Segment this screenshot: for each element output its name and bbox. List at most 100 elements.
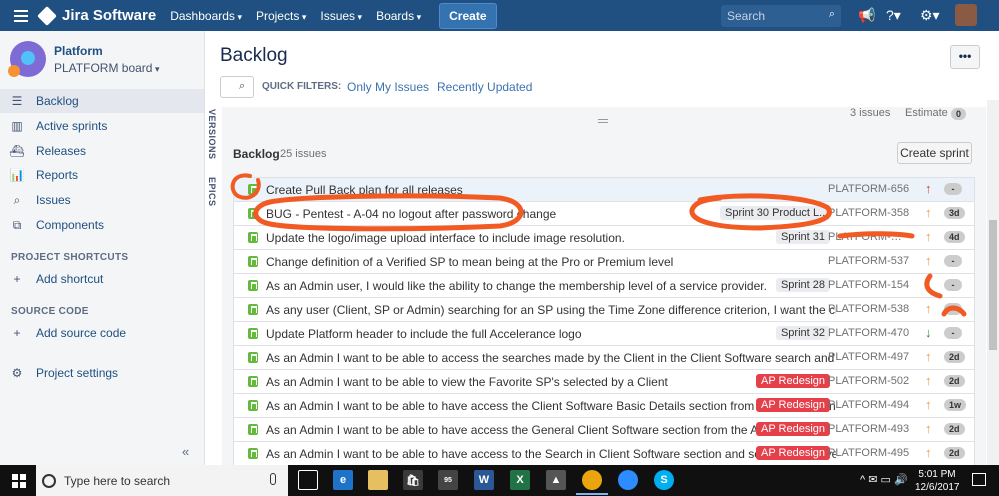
sidebar-item-issues[interactable]: ⌕ Issues: [0, 188, 204, 212]
create-button[interactable]: Create: [439, 2, 497, 29]
drag-handle[interactable]: [598, 119, 608, 123]
issue-label[interactable]: Sprint 32: [775, 326, 830, 340]
priority-medium-icon: ↑: [925, 205, 932, 220]
issue-key[interactable]: PLATFORM-494: [828, 399, 909, 411]
filter-only-my-issues[interactable]: Only My Issues: [347, 80, 429, 94]
issue-label[interactable]: Sprint 31: [775, 230, 830, 244]
collapse-sidebar-icon[interactable]: «: [182, 444, 189, 459]
issue-key[interactable]: PLATFORM-…: [828, 231, 902, 243]
nav-boards[interactable]: Boards: [376, 9, 421, 23]
issue-key[interactable]: PLATFORM-493: [828, 423, 909, 435]
task-view-icon[interactable]: [298, 470, 318, 490]
megaphone-icon[interactable]: 📢: [858, 7, 875, 24]
issue-label[interactable]: AP Redesign: [755, 446, 830, 460]
search-input[interactable]: Search ⌕: [721, 5, 841, 27]
issue-row[interactable]: Create Pull Back plan for all releases PL…: [233, 177, 975, 201]
page-scrollbar[interactable]: [987, 100, 999, 465]
issue-key[interactable]: PLATFORM-537: [828, 255, 909, 267]
issue-key[interactable]: PLATFORM-495: [828, 447, 909, 459]
issue-row[interactable]: Update Platform header to include the fu…: [233, 321, 975, 345]
issue-summary[interactable]: Update the logo/image upload interface t…: [266, 231, 836, 245]
excel-icon[interactable]: X: [510, 470, 530, 490]
jira-logo[interactable]: Jira Software: [37, 5, 156, 26]
photos-icon[interactable]: ▲: [546, 470, 566, 490]
issue-label[interactable]: AP Redesign: [755, 422, 830, 436]
issue-summary[interactable]: As an Admin I want to be able to have ac…: [266, 423, 836, 437]
sidebar-item-releases[interactable]: ⛴ Releases: [0, 139, 204, 163]
filter-recently-updated[interactable]: Recently Updated: [437, 80, 532, 94]
issue-summary[interactable]: Change definition of a Verified SP to me…: [266, 255, 836, 269]
store-icon[interactable]: 🛍: [403, 470, 423, 490]
issue-row[interactable]: As an Admin I want to be able to have ac…: [233, 417, 975, 441]
taskbar-search-placeholder: Type here to search: [64, 473, 171, 488]
user-avatar[interactable]: [955, 4, 977, 26]
tab-versions[interactable]: VERSIONS: [207, 109, 217, 160]
project-avatar[interactable]: [8, 41, 46, 77]
tab-epics[interactable]: EPICS: [207, 177, 217, 207]
mail-icon[interactable]: 95: [438, 470, 458, 490]
file-explorer-icon[interactable]: [368, 470, 388, 490]
issue-summary[interactable]: As an Admin I want to be able to have ac…: [266, 447, 836, 461]
help-icon[interactable]: ?▾: [886, 7, 901, 24]
issue-row[interactable]: As an Admin I want to be able to access …: [233, 345, 975, 369]
story-icon: [248, 256, 258, 267]
issue-key[interactable]: PLATFORM-502: [828, 375, 909, 387]
add-source-code-link[interactable]: + Add source code: [0, 321, 204, 345]
issue-summary[interactable]: Update Platform header to include the fu…: [266, 327, 836, 341]
issue-summary[interactable]: As an Admin I want to be able to view th…: [266, 375, 836, 389]
story-icon: [248, 184, 258, 195]
issue-label[interactable]: Sprint 28: [775, 278, 830, 292]
issue-summary[interactable]: Create Pull Back plan for all releases: [266, 183, 836, 197]
project-settings-link[interactable]: ⚙ Project settings: [0, 361, 204, 385]
zoom-icon[interactable]: [618, 470, 638, 490]
issue-summary[interactable]: As an Admin I want to be able to have ac…: [266, 399, 836, 413]
issue-summary[interactable]: As an Admin user, I would like the abili…: [266, 279, 836, 293]
issue-key[interactable]: PLATFORM-154: [828, 279, 909, 291]
sidebar-item-active-sprints[interactable]: ▥ Active sprints: [0, 114, 204, 138]
more-actions-button[interactable]: •••: [950, 45, 980, 69]
menu-icon[interactable]: [14, 7, 28, 25]
issue-row[interactable]: Update the logo/image upload interface t…: [233, 225, 975, 249]
taskbar-clock[interactable]: 5:01 PM 12/6/2017: [915, 468, 960, 494]
issue-label[interactable]: AP Redesign: [755, 398, 830, 412]
chrome-icon[interactable]: [576, 470, 608, 495]
issue-summary[interactable]: As an Admin I want to be able to access …: [266, 351, 836, 365]
issue-row[interactable]: As an Admin I want to be able to have ac…: [233, 393, 975, 417]
issue-label[interactable]: AP Redesign: [755, 374, 830, 388]
action-center-icon[interactable]: [972, 473, 986, 486]
issue-row[interactable]: Change definition of a Verified SP to me…: [233, 249, 975, 273]
gear-icon[interactable]: ⚙▾: [920, 7, 940, 24]
add-shortcut-link[interactable]: + Add shortcut: [0, 267, 204, 291]
sidebar-item-components[interactable]: ⧉ Components: [0, 213, 204, 237]
windows-start-icon[interactable]: [12, 473, 26, 488]
issue-label[interactable]: Sprint 30 Product L...: [720, 206, 830, 220]
issue-key[interactable]: PLATFORM-656: [828, 183, 909, 195]
issue-row[interactable]: As an Admin user, I would like the abili…: [233, 273, 975, 297]
ship-icon: ⛴: [9, 144, 25, 158]
project-name[interactable]: Platform: [54, 44, 160, 58]
sidebar-item-backlog[interactable]: ☰ Backlog: [0, 89, 204, 113]
issue-row[interactable]: As any user (Client, SP or Admin) search…: [233, 297, 975, 321]
word-icon[interactable]: W: [474, 470, 494, 490]
nav-dashboards[interactable]: Dashboards: [170, 9, 242, 23]
edge-icon[interactable]: e: [333, 470, 353, 490]
issue-row[interactable]: As an Admin I want to be able to view th…: [233, 369, 975, 393]
board-selector[interactable]: PLATFORM board: [54, 61, 160, 75]
issue-key[interactable]: PLATFORM-358: [828, 207, 909, 219]
issue-row[interactable]: BUG - Pentest - A-04 no logout after pas…: [233, 201, 975, 225]
issue-summary[interactable]: As any user (Client, SP or Admin) search…: [266, 303, 836, 317]
quick-search-input[interactable]: ⌕: [220, 76, 254, 98]
scrollbar-thumb[interactable]: [989, 220, 997, 350]
microphone-icon[interactable]: [270, 473, 276, 485]
nav-projects[interactable]: Projects: [256, 9, 306, 23]
issue-key[interactable]: PLATFORM-497: [828, 351, 909, 363]
issue-key[interactable]: PLATFORM-470: [828, 327, 909, 339]
issue-key[interactable]: PLATFORM-538: [828, 303, 909, 315]
nav-issues[interactable]: Issues: [320, 9, 362, 23]
skype-icon[interactable]: S: [654, 470, 674, 490]
taskbar-search[interactable]: Type here to search: [36, 465, 288, 496]
create-sprint-button[interactable]: Create sprint: [897, 142, 972, 164]
sidebar-item-reports[interactable]: 📊 Reports: [0, 163, 204, 187]
issue-row[interactable]: As an Admin I want to be able to have ac…: [233, 441, 975, 465]
system-tray-icons[interactable]: ^ ✉ ▭ 🔊: [860, 473, 908, 486]
